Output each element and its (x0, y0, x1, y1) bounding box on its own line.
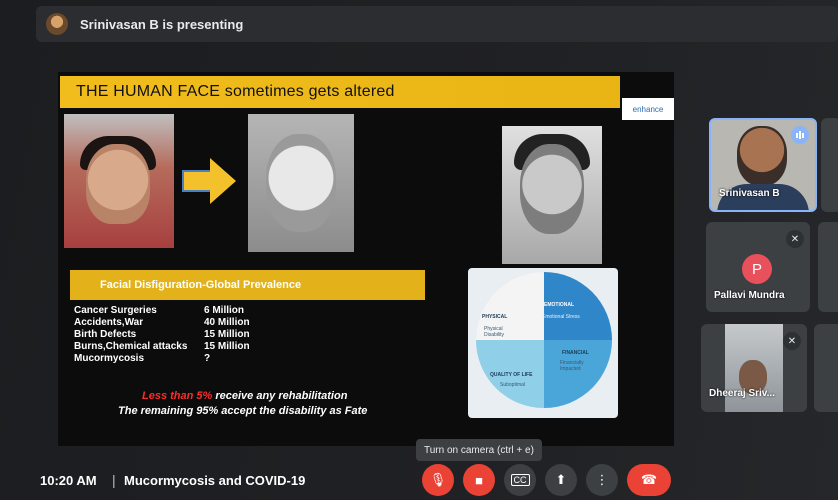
participant-name: Srinivasan B (719, 188, 780, 199)
presenter-text: Srinivasan B is presenting (80, 16, 244, 32)
stat-value: 40 Million (204, 316, 250, 328)
presenter-banner: Srinivasan B is presenting (36, 6, 838, 42)
mic-off-icon: 🎙 (429, 472, 447, 487)
participant-video (737, 126, 787, 186)
stat-value: 6 Million (204, 304, 244, 316)
puzzle-emotional-sub: Emotional Stress (542, 314, 580, 320)
rehab-note-highlight: Less than 5% (142, 390, 213, 402)
participant-tile-srinivasan[interactable]: Srinivasan B (709, 118, 817, 212)
participant-tile-pallavi[interactable]: ✕ P Pallavi Mundra (706, 222, 810, 312)
participant-avatar: P (742, 254, 772, 284)
speaking-indicator-icon (791, 126, 809, 144)
participant-tile-partial[interactable] (818, 222, 838, 312)
mic-toggle-button[interactable]: 🎙 (422, 464, 454, 496)
more-options-button[interactable]: ⋮ (586, 464, 618, 496)
slide-title: THE HUMAN FACE sometimes gets altered (76, 83, 395, 100)
photo-before (64, 114, 174, 248)
prevalence-stats: Cancer Surgeries 6 Million Accidents,War… (74, 304, 314, 364)
stat-value: 15 Million (204, 328, 250, 340)
stat-value: ? (204, 352, 211, 364)
stat-label: Birth Defects (74, 328, 137, 340)
participant-tile-partial[interactable] (821, 118, 838, 212)
camera-tooltip: Turn on camera (ctrl + e) (416, 439, 542, 461)
photo-third (502, 126, 602, 264)
camera-off-icon: ■ (475, 472, 483, 488)
participant-tile-partial[interactable] (814, 324, 838, 412)
stat-row: Cancer Surgeries 6 Million (74, 304, 314, 316)
present-screen-button[interactable]: ⬆ (545, 464, 577, 496)
puzzle-financial-sub: Financially Impacted (560, 360, 584, 372)
arrow-shaft (182, 170, 212, 192)
separator: | (112, 472, 116, 488)
stat-row: Birth Defects 15 Million (74, 328, 314, 340)
meet-window: Srinivasan B is presenting THE HUMAN FAC… (0, 0, 838, 500)
captions-icon: CC (510, 474, 530, 486)
puzzle-quality-sub: Suboptimal (500, 382, 526, 388)
puzzle-financial: FINANCIAL (562, 350, 589, 356)
stat-row: Accidents,War 40 Million (74, 316, 314, 328)
puzzle-physical: PHYSICAL (482, 314, 508, 320)
rehab-note: Less than 5% receive any rehabilitation (142, 390, 347, 402)
mic-off-icon: ✕ (783, 332, 801, 350)
leave-call-button[interactable]: ☎ (627, 464, 671, 496)
photo-disfigured (248, 114, 354, 252)
more-vert-icon: ⋮ (595, 472, 609, 487)
bottom-control-bar: 10:20 AM | Mucormycosis and COVID-19 🎙 ■… (0, 460, 838, 500)
presentation-slide: THE HUMAN FACE sometimes gets altered en… (58, 72, 674, 446)
hang-up-icon: ☎ (640, 472, 658, 487)
stat-value: 15 Million (204, 340, 250, 352)
slide-title-band: THE HUMAN FACE sometimes gets altered (60, 76, 620, 108)
meeting-title: Mucormycosis and COVID-19 (124, 473, 306, 488)
enhance-logo: enhance (622, 98, 674, 120)
stat-label: Burns,Chemical attacks (74, 340, 188, 352)
camera-toggle-button[interactable]: ■ (463, 464, 495, 496)
subtitle-band: Facial Disfiguration-Global Prevalence (70, 270, 425, 300)
puzzle-physical-sub: Physical Disability (484, 326, 505, 338)
stat-label: Mucormycosis (74, 352, 145, 364)
puzzle-quality: QUALITY OF LIFE (490, 372, 533, 378)
mic-off-icon: ✕ (786, 230, 804, 248)
participant-name: Dheeraj Sriv... (709, 388, 775, 399)
stat-row: Burns,Chemical attacks 15 Million (74, 340, 314, 352)
participant-tile-dheeraj[interactable]: ✕ Dheeraj Sriv... (701, 324, 807, 412)
stat-row: Mucormycosis ? (74, 352, 314, 364)
presenter-avatar (46, 13, 68, 35)
puzzle-emotional: EMOTIONAL (544, 302, 574, 308)
stat-label: Cancer Surgeries (74, 304, 157, 316)
fate-note: The remaining 95% accept the disability … (118, 405, 368, 417)
clock: 10:20 AM (40, 473, 97, 488)
present-icon: ⬆ (555, 472, 567, 487)
participant-name: Pallavi Mundra (714, 290, 785, 301)
impact-puzzle-graphic: EMOTIONAL Emotional Stress PHYSICAL Phys… (468, 268, 618, 418)
stat-label: Accidents,War (74, 316, 144, 328)
logo-text: enhance (632, 104, 664, 114)
rehab-note-text: receive any rehabilitation (212, 390, 348, 402)
arrow-right-icon (210, 158, 236, 204)
captions-button[interactable]: CC (504, 464, 536, 496)
slide-subtitle: Facial Disfiguration-Global Prevalence (100, 279, 302, 291)
